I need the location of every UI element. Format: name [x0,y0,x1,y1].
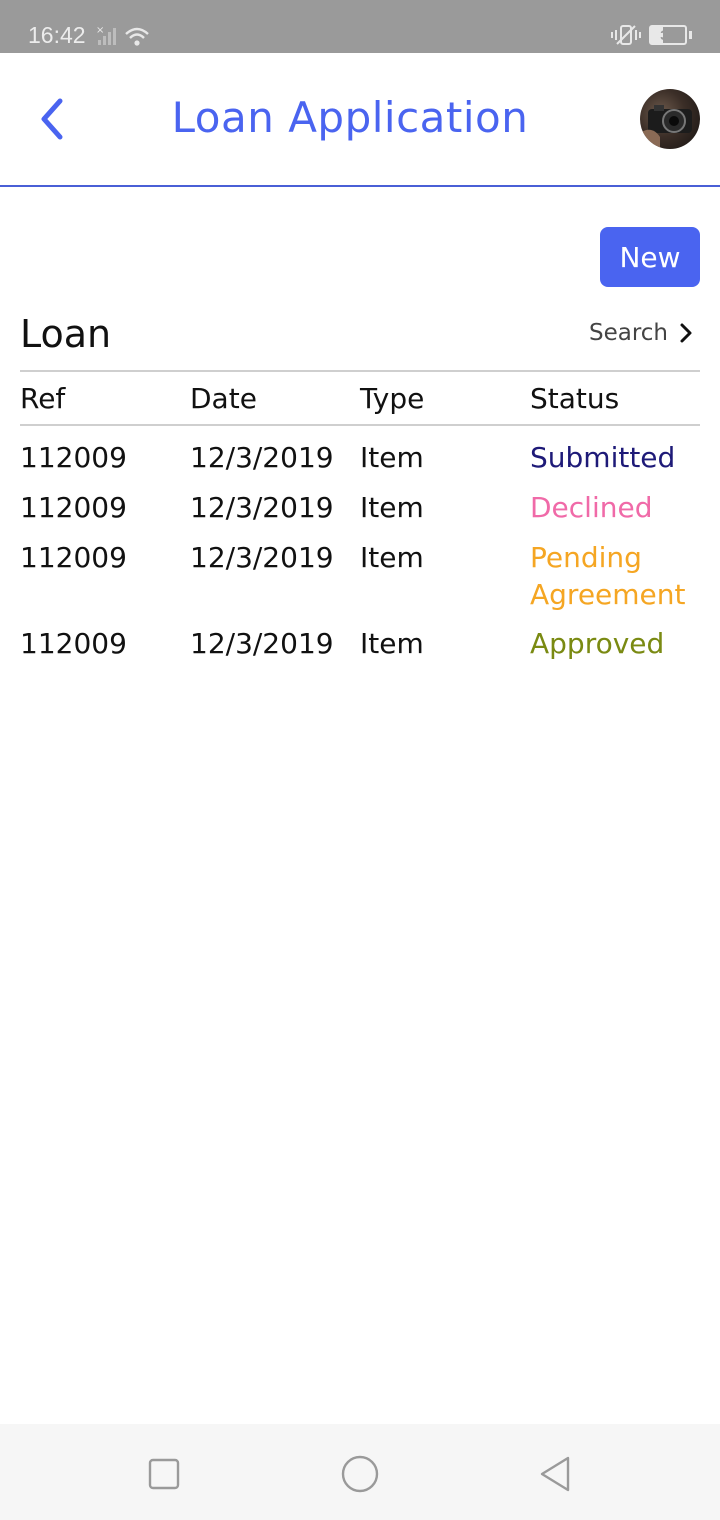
battery-tip [689,31,692,39]
cell-status-declined: Declined [530,491,653,524]
status-time: 16:42 [28,22,86,48]
battery-level: 34 [660,27,676,43]
back-triangle-icon [540,1456,570,1492]
recents-square-icon [148,1458,180,1490]
cell-date: 12/3/2019 [190,441,334,474]
battery-icon: 34 [649,25,687,45]
cell-ref: 112009 [20,627,127,660]
new-loan-button[interactable]: New [600,227,700,287]
loan-table: Ref Date Type Status 112009 12/3/2019 It… [20,370,700,675]
table-row[interactable]: 112009 12/3/2019 Item Approved [20,625,700,675]
chevron-right-icon [680,323,692,343]
cell-ref: 112009 [20,491,127,524]
cell-ref: 112009 [20,541,127,574]
cell-date: 12/3/2019 [190,541,334,574]
avatar[interactable] [640,89,700,149]
avatar-photo-icon [640,105,692,149]
table-body: 112009 12/3/2019 Item Submitted 112009 1… [20,426,700,675]
app-header: Loan Application [0,53,720,187]
home-circle-icon [341,1455,379,1493]
status-bar: 16:42 × 34 [0,0,720,53]
search-link[interactable]: Search [589,320,694,346]
table-row[interactable]: 112009 12/3/2019 Item Pending Agreement [20,539,700,625]
cell-status-pending: Pending Agreement [530,541,686,611]
table-row[interactable]: 112009 12/3/2019 Item Declined [20,489,700,539]
table-header: Ref Date Type Status [20,370,700,426]
cell-type: Item [360,441,424,474]
cell-ref: 112009 [20,441,127,474]
table-row[interactable]: 112009 12/3/2019 Item Submitted [20,426,700,489]
cell-status-submitted: Submitted [530,441,676,474]
cell-date: 12/3/2019 [190,627,334,660]
system-icons: 34 [611,24,692,46]
cell-status-approved: Approved [530,627,665,660]
home-button[interactable] [340,1454,380,1494]
column-header-ref: Ref [20,381,66,415]
vibrate-icon [611,25,641,45]
cell-date: 12/3/2019 [190,491,334,524]
system-nav-bar [0,1424,720,1520]
column-header-type: Type [360,381,425,415]
network-icons: × [94,24,154,52]
section-title: Loan [20,312,112,356]
recents-button[interactable] [144,1454,184,1494]
column-header-status: Status [530,381,620,415]
column-header-date: Date [190,381,257,415]
search-label: Search [588,320,668,346]
page-title: Loan Application [171,93,529,142]
cell-type: Item [360,541,424,574]
cell-type: Item [360,627,424,660]
cell-type: Item [360,491,424,524]
svg-text:×: × [96,25,104,36]
signal-icon: × [96,25,149,46]
system-back-button[interactable] [536,1454,576,1494]
